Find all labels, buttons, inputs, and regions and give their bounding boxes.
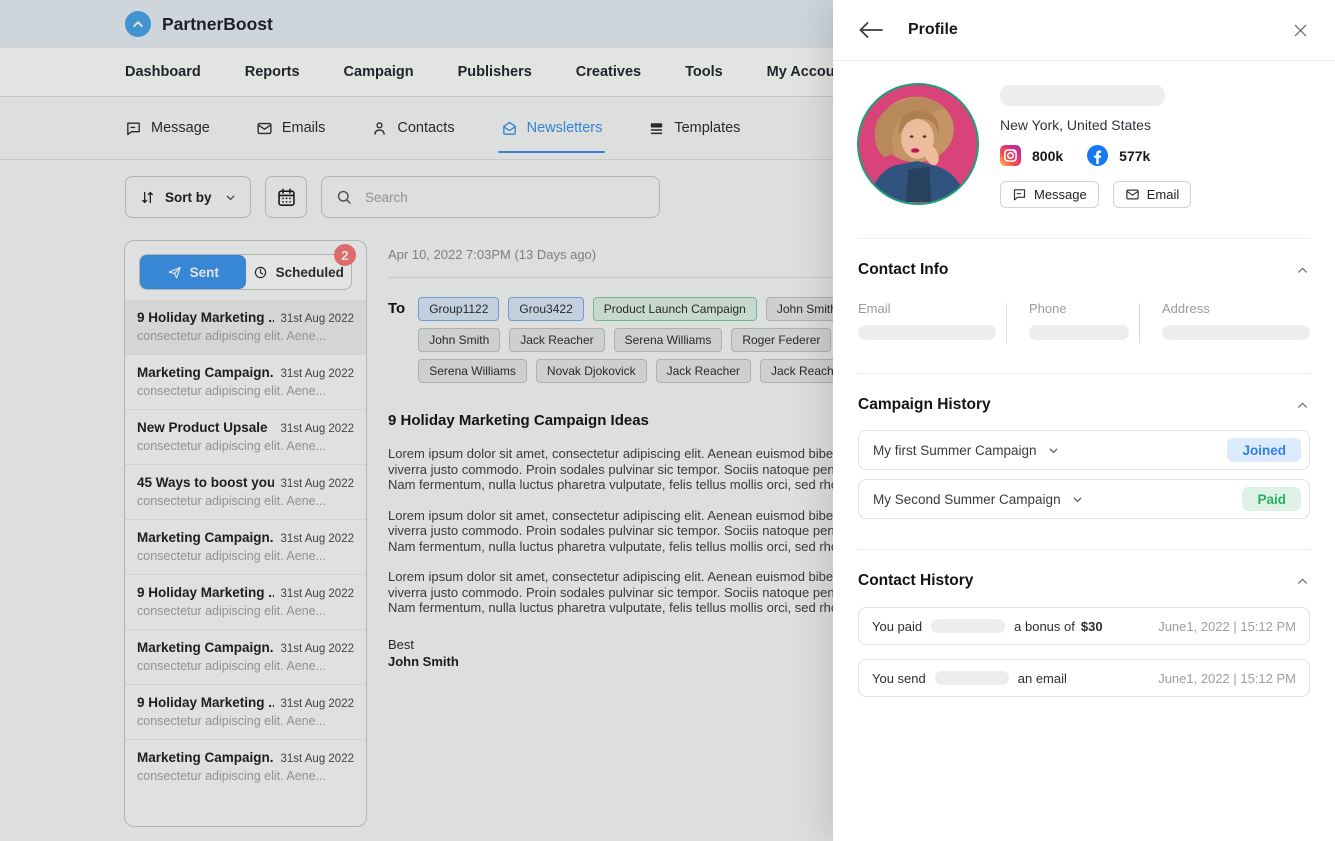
name-skeleton bbox=[935, 671, 1009, 685]
instagram-icon bbox=[1000, 145, 1021, 166]
campaign-card: My first Summer Campaign Joined bbox=[858, 430, 1310, 470]
social-stats: 800k 577k bbox=[1000, 145, 1191, 166]
address-label: Address bbox=[1162, 301, 1310, 316]
contact-info-section: Contact Info Email Phone Address bbox=[833, 239, 1335, 343]
instagram-followers: 800k bbox=[1032, 148, 1063, 164]
message-button[interactable]: Message bbox=[1000, 181, 1099, 208]
profile-summary: New York, United States 800k 577k Messag… bbox=[833, 61, 1335, 208]
phone-label: Phone bbox=[1029, 301, 1129, 316]
contact-history-section: Contact History You paid a bonus of $30 … bbox=[833, 550, 1335, 697]
divider bbox=[1006, 303, 1007, 343]
divider bbox=[1139, 303, 1140, 343]
chat-icon bbox=[1012, 187, 1027, 202]
chevron-down-icon bbox=[1047, 444, 1060, 457]
contact-history-item: You send an email June1, 2022 | 15:12 PM bbox=[858, 659, 1310, 697]
chevron-up-icon[interactable] bbox=[1295, 574, 1310, 589]
contact-info-title: Contact Info bbox=[858, 261, 948, 279]
drawer-header: Profile bbox=[833, 0, 1335, 61]
chevron-down-icon bbox=[1071, 493, 1084, 506]
profile-drawer: Profile New York, United States bbox=[833, 0, 1335, 841]
close-icon[interactable] bbox=[1291, 21, 1310, 40]
facebook-followers: 577k bbox=[1119, 148, 1150, 164]
address-value-skeleton bbox=[1162, 325, 1310, 340]
campaign-name-dropdown[interactable]: My Second Summer Campaign bbox=[873, 492, 1084, 507]
status-badge: Paid bbox=[1242, 487, 1301, 511]
bonus-amount: $30 bbox=[1081, 619, 1103, 634]
facebook-icon bbox=[1087, 145, 1108, 166]
envelope-icon bbox=[1125, 187, 1140, 202]
drawer-title: Profile bbox=[908, 21, 958, 39]
campaign-history-title: Campaign History bbox=[858, 396, 991, 414]
chevron-up-icon[interactable] bbox=[1295, 263, 1310, 278]
email-label: Email bbox=[858, 301, 996, 316]
email-button[interactable]: Email bbox=[1113, 181, 1192, 208]
profile-location: New York, United States bbox=[1000, 117, 1191, 133]
name-skeleton bbox=[1000, 85, 1165, 106]
email-value-skeleton bbox=[858, 325, 996, 340]
chevron-up-icon[interactable] bbox=[1295, 398, 1310, 413]
campaign-name-dropdown[interactable]: My first Summer Campaign bbox=[873, 443, 1060, 458]
history-timestamp: June1, 2022 | 15:12 PM bbox=[1158, 619, 1296, 634]
name-skeleton bbox=[931, 619, 1005, 633]
contact-history-item: You paid a bonus of $30 June1, 2022 | 15… bbox=[858, 607, 1310, 645]
avatar bbox=[857, 83, 979, 205]
status-badge: Joined bbox=[1227, 438, 1301, 462]
history-timestamp: June1, 2022 | 15:12 PM bbox=[1158, 671, 1296, 686]
campaign-history-section: Campaign History My first Summer Campaig… bbox=[833, 374, 1335, 519]
campaign-card: My Second Summer Campaign Paid bbox=[858, 479, 1310, 519]
phone-value-skeleton bbox=[1029, 325, 1129, 340]
contact-history-title: Contact History bbox=[858, 572, 973, 590]
back-arrow-icon[interactable] bbox=[858, 19, 884, 41]
